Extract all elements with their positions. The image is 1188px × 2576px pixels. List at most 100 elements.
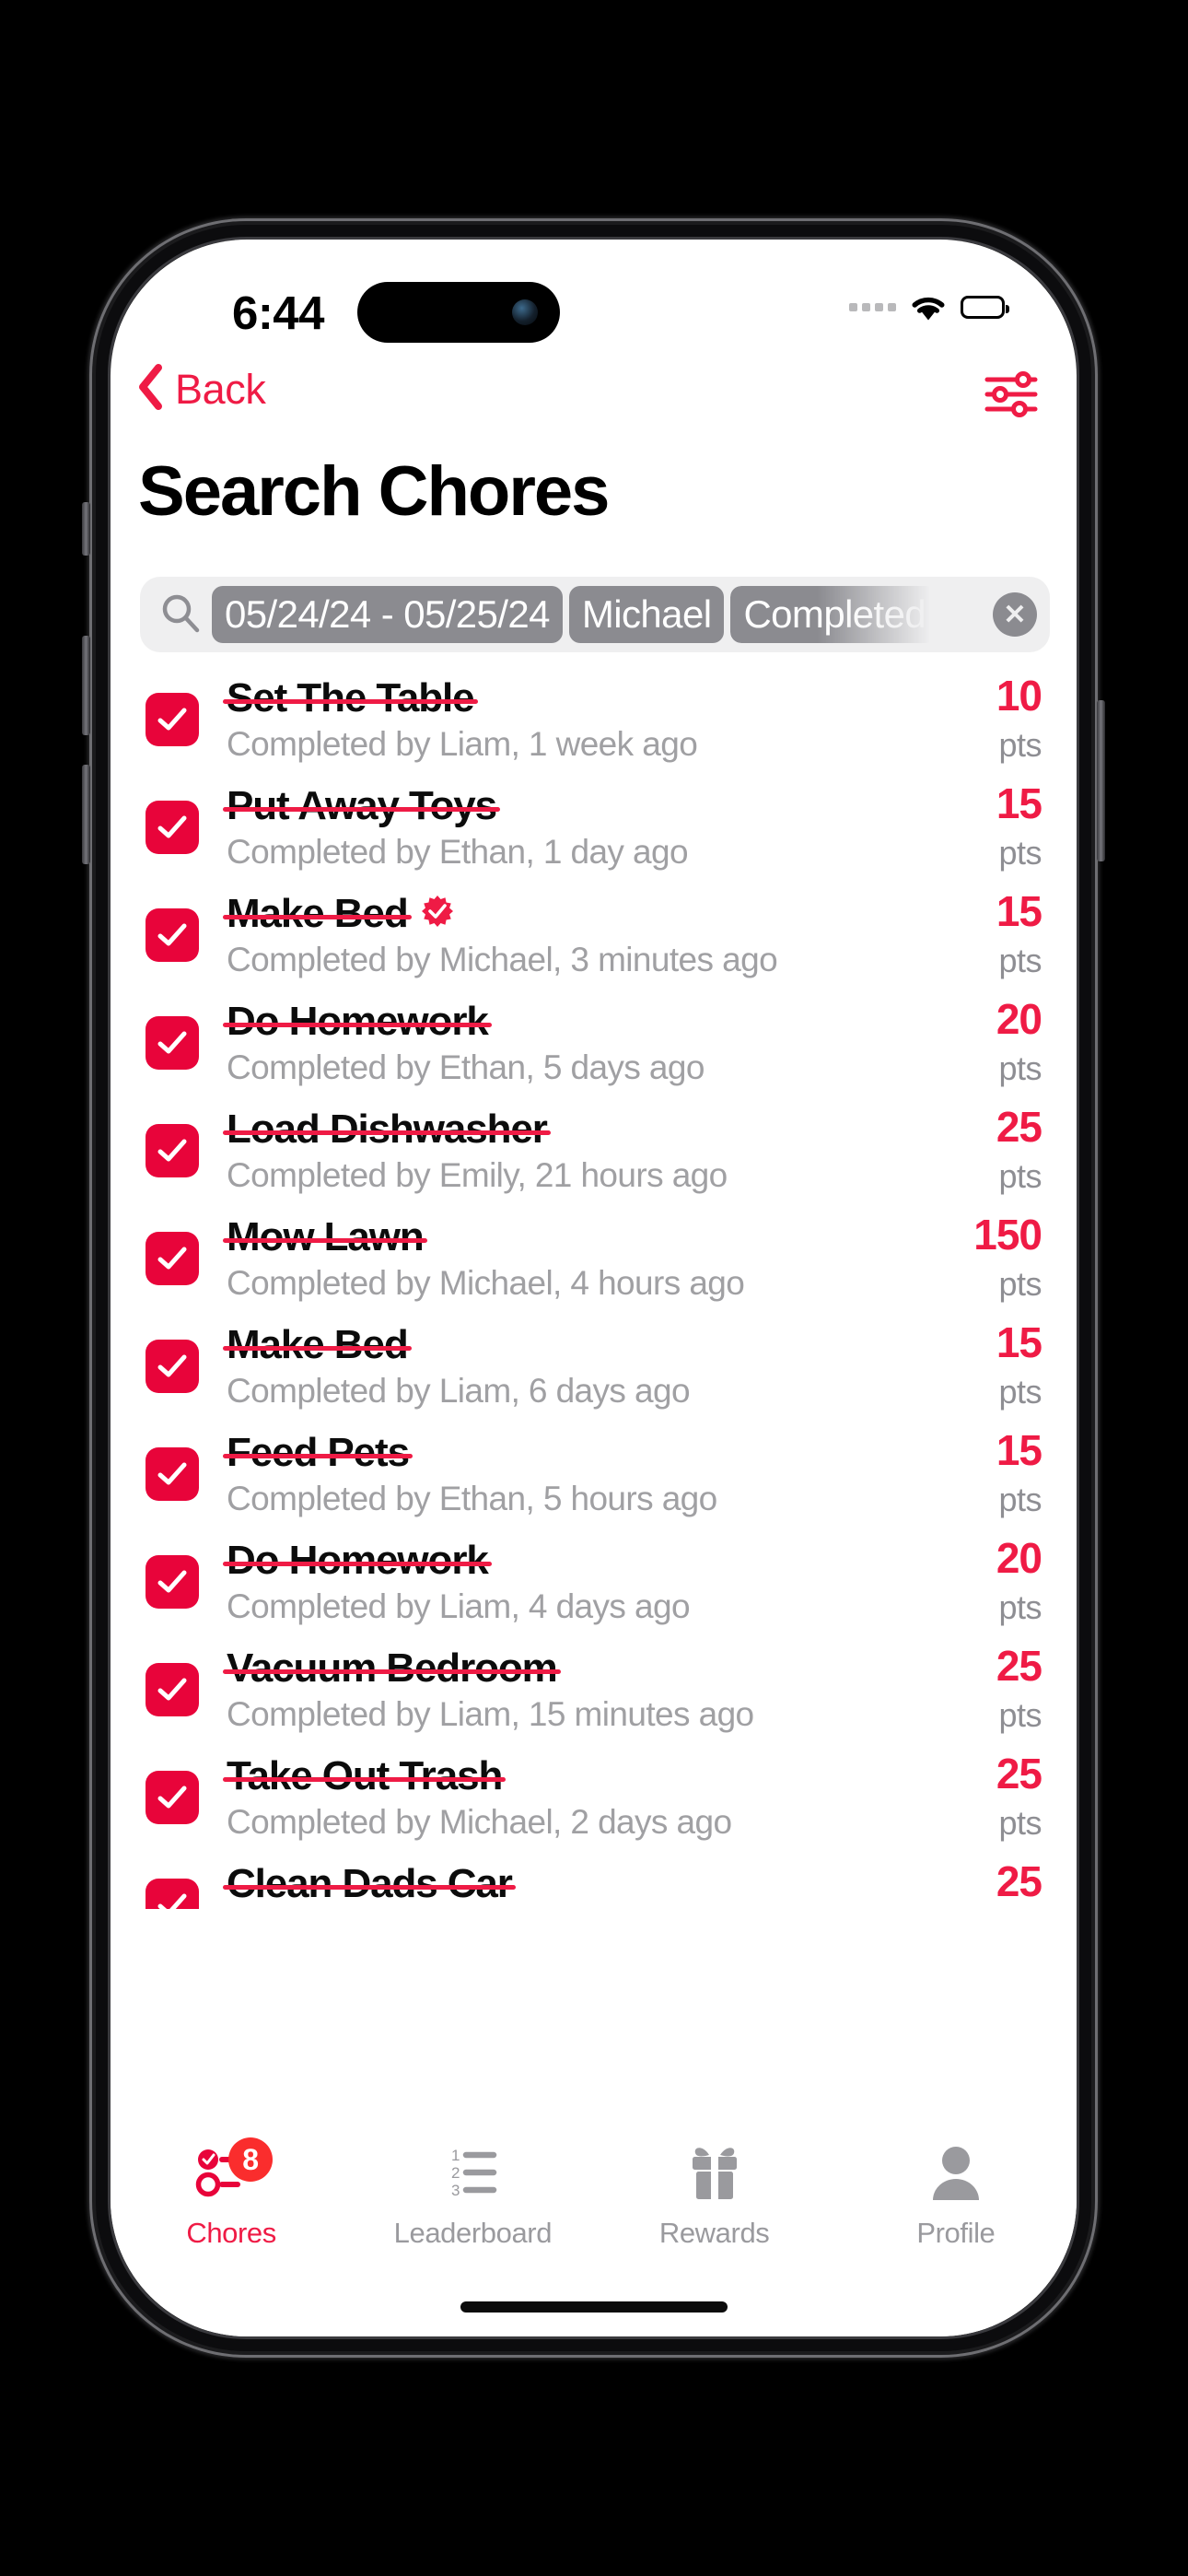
chore-title-wrap: Do Homework xyxy=(223,999,903,1045)
chore-row[interactable]: Put Away Toys Completed by Ethan, 1 day a… xyxy=(111,773,1077,881)
chore-title: Mow Lawn xyxy=(223,1213,427,1259)
phone-screen: 6:44 Back Search Chores 05/24/24 - 05/25… xyxy=(111,240,1077,2336)
points-value: 25 xyxy=(996,1102,1042,1151)
svg-text:3: 3 xyxy=(451,2182,460,2199)
chore-list[interactable]: Set The Table Completed by Liam, 1 week a… xyxy=(111,665,1077,1909)
points-unit: pts xyxy=(998,1264,1042,1303)
chore-points: 15 pts xyxy=(903,1429,1042,1519)
search-token[interactable]: Michael xyxy=(568,586,725,643)
chore-checkbox-checked[interactable] xyxy=(146,1015,199,1070)
volume-up-button[interactable] xyxy=(82,636,90,735)
search-field[interactable]: 05/24/24 - 05/25/24 Michael Completed ✕ xyxy=(140,577,1050,652)
chore-checkbox-checked[interactable] xyxy=(146,1339,199,1393)
chore-checkbox-checked[interactable] xyxy=(146,1662,199,1716)
tab-item-rewards[interactable]: Rewards xyxy=(594,2136,835,2250)
chore-title: Feed Pets xyxy=(223,1429,413,1475)
chore-subtitle: Completed by Michael, 3 minutes ago xyxy=(227,940,778,978)
chore-subtitle: Completed by Michael, 2 days ago xyxy=(227,1802,732,1841)
tab-badge-count: 8 xyxy=(228,2137,274,2182)
tab-item-profile[interactable]: Profile xyxy=(835,2136,1077,2250)
chore-body: Put Away Toys Completed by Ethan, 1 day a… xyxy=(223,783,903,872)
svg-text:1: 1 xyxy=(451,2147,460,2164)
numbered-list-icon: 123 xyxy=(437,2136,508,2207)
chore-row[interactable]: Vacuum Bedroom Completed by Liam, 15 minu… xyxy=(111,1635,1077,1743)
volume-down-button[interactable] xyxy=(82,765,90,864)
chore-title: Make Bed xyxy=(223,890,412,936)
chore-row[interactable]: Mow Lawn Completed by Michael, 4 hours ag… xyxy=(111,1204,1077,1312)
chore-body: Do Homework Completed by Liam, 4 days ago xyxy=(223,1537,903,1626)
chore-body: Take Out Trash Completed by Michael, 2 da… xyxy=(222,1753,903,1842)
points-unit: pts xyxy=(998,1156,1042,1195)
search-magnifier-icon xyxy=(160,592,201,638)
chore-title-wrap: Set The Table xyxy=(223,675,903,721)
navigation-bar: Back xyxy=(111,350,1077,442)
back-button[interactable]: Back xyxy=(136,363,266,416)
chore-title: Clean Dads Car xyxy=(223,1860,516,1906)
points-unit: pts xyxy=(998,941,1042,979)
status-indicators xyxy=(849,293,1009,322)
chore-title-wrap: Clean Dads Car xyxy=(223,1860,903,1907)
points-unit: pts xyxy=(998,833,1042,872)
chore-title: Do Homework xyxy=(223,1537,492,1583)
chore-subtitle: Completed by Ethan, 5 days ago xyxy=(227,1048,705,1086)
chore-row[interactable]: Set The Table Completed by Liam, 1 week a… xyxy=(111,665,1077,773)
chore-checkbox-checked[interactable] xyxy=(146,692,199,746)
back-button-label: Back xyxy=(175,365,266,413)
chore-checkbox-checked[interactable] xyxy=(146,1770,199,1824)
search-token[interactable]: Completed xyxy=(730,586,939,643)
chore-subtitle: Completed by Liam, 6 days ago xyxy=(227,1371,691,1410)
power-button[interactable] xyxy=(1097,700,1105,861)
chore-checkbox-checked[interactable] xyxy=(146,1446,199,1501)
chore-points: 25pts xyxy=(903,1860,1042,1910)
chore-title-wrap: Make Bed xyxy=(223,890,903,937)
chore-row[interactable]: Feed Pets Completed by Ethan, 5 hours ago… xyxy=(111,1420,1077,1528)
points-value: 15 xyxy=(996,1425,1042,1474)
chore-row[interactable]: Load Dishwasher Completed by Emily, 21 ho… xyxy=(111,1096,1077,1204)
search-token[interactable]: 05/24/24 - 05/25/24 xyxy=(212,586,563,643)
chore-row[interactable]: Make Bed Completed by Liam, 6 days ago 15 p… xyxy=(111,1312,1077,1420)
tab-label: Profile xyxy=(916,2217,996,2249)
front-camera-icon xyxy=(512,299,538,325)
chore-checkbox-checked[interactable] xyxy=(146,1123,199,1177)
points-unit: pts xyxy=(998,725,1042,764)
chore-points: 20 pts xyxy=(903,1537,1042,1627)
chore-body: Load Dishwasher Completed by Emily, 21 ho… xyxy=(223,1106,903,1195)
clear-search-button[interactable]: ✕ xyxy=(993,592,1037,637)
silent-switch-button[interactable] xyxy=(82,502,90,556)
chore-subtitle: Completed by Michael, 4 hours ago xyxy=(227,1263,745,1302)
points-unit: pts xyxy=(998,1480,1042,1518)
chore-checkbox-checked[interactable] xyxy=(146,1554,199,1609)
screenshot-root: 6:44 Back Search Chores 05/24/24 - 05/25… xyxy=(0,0,1188,2576)
home-indicator[interactable] xyxy=(460,2301,728,2313)
chore-row[interactable]: Do Homework Completed by Liam, 4 days ago… xyxy=(111,1528,1077,1635)
chore-row[interactable]: Make Bed Completed by Michael, 3 minutes … xyxy=(111,881,1077,989)
chore-checkbox-checked[interactable] xyxy=(146,907,199,962)
chore-checkbox-checked[interactable] xyxy=(146,1878,199,1909)
tab-item-leaderboard[interactable]: 1 2 3 Leaderboard xyxy=(352,2136,593,2250)
chore-points: 20 pts xyxy=(903,998,1042,1088)
chore-title-wrap: Vacuum Bedroom xyxy=(223,1645,903,1692)
checklist-icon: 8 xyxy=(195,2136,274,2207)
chore-title: Load Dishwasher xyxy=(223,1106,551,1152)
wifi-icon xyxy=(909,293,948,322)
tab-item-chores[interactable]: 8 Chores xyxy=(111,2136,352,2250)
chore-checkbox-checked[interactable] xyxy=(146,1231,199,1285)
chore-row[interactable]: Clean Dads CarCompleted by Liam, 3 days … xyxy=(111,1851,1077,1909)
sliders-filter-icon[interactable] xyxy=(984,370,1038,423)
chore-body: Make Bed Completed by Liam, 6 days ago xyxy=(223,1322,903,1411)
chore-checkbox-checked[interactable] xyxy=(146,800,199,854)
chore-body: Vacuum Bedroom Completed by Liam, 15 minu… xyxy=(223,1645,903,1734)
points-value: 10 xyxy=(996,671,1042,720)
chevron-left-icon xyxy=(136,363,164,416)
points-unit: pts xyxy=(998,1803,1042,1842)
chore-row[interactable]: Do Homework Completed by Ethan, 5 days ag… xyxy=(111,989,1077,1096)
points-unit: pts xyxy=(998,1587,1042,1626)
chore-body: Do Homework Completed by Ethan, 5 days ag… xyxy=(223,999,903,1087)
chore-title-wrap: Do Homework xyxy=(223,1537,903,1584)
battery-full-icon xyxy=(961,296,1009,319)
chore-subtitle: Completed by Ethan, 5 hours ago xyxy=(227,1479,717,1517)
chore-title-wrap: Load Dishwasher xyxy=(223,1106,903,1153)
chore-body: Mow Lawn Completed by Michael, 4 hours ag… xyxy=(223,1213,903,1303)
chore-row[interactable]: Take Out Trash Completed by Michael, 2 da… xyxy=(111,1743,1077,1851)
points-unit: pts xyxy=(998,1048,1042,1087)
